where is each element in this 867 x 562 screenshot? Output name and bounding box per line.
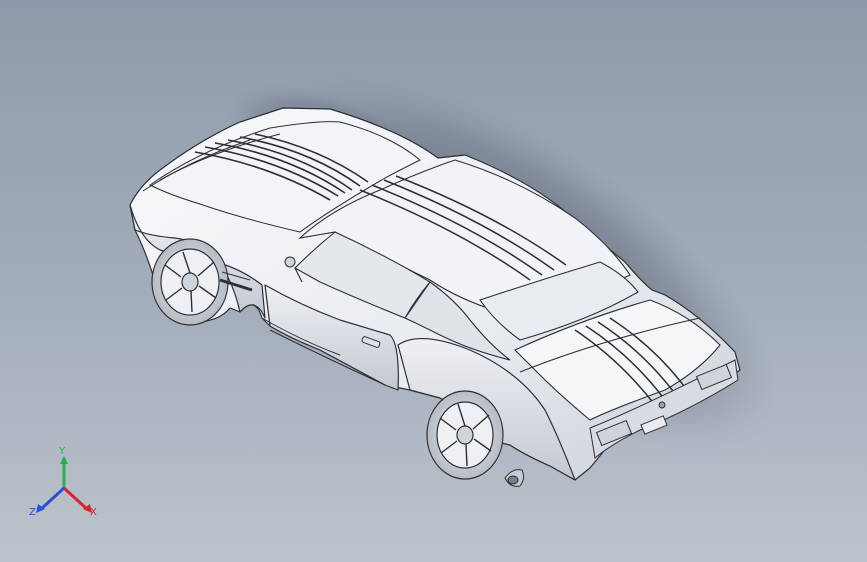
rear-wheel (426, 390, 504, 480)
3d-viewport[interactable]: Y X Z (0, 0, 867, 562)
x-axis-label: X (90, 507, 97, 518)
axis-triad: Y X Z (24, 446, 104, 526)
y-axis-label: Y (59, 446, 66, 457)
exhaust (504, 469, 525, 487)
z-axis-label: Z (29, 507, 36, 518)
front-wheel (151, 238, 229, 326)
car-model[interactable] (0, 0, 867, 562)
